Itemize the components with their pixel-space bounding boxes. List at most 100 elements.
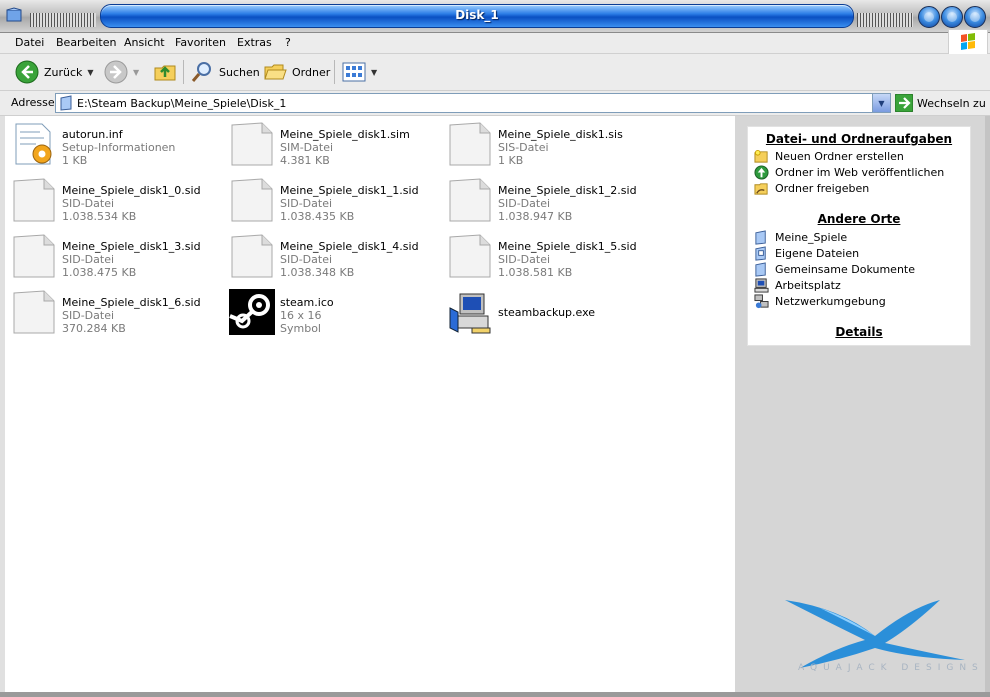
back-arrow-icon (15, 60, 39, 84)
back-button[interactable]: Zurück ▼ (15, 59, 94, 85)
file-type: SIS-Datei (498, 141, 549, 154)
folder-window-icon[interactable] (5, 6, 23, 24)
minimize-button[interactable] (918, 6, 940, 28)
file-name: Meine_Spiele_disk1.sis (498, 128, 623, 141)
generic-file-icon (231, 234, 273, 278)
file-item[interactable]: Meine_Spiele_disk1_5.sid SID-Datei 1.038… (446, 232, 661, 284)
file-item[interactable]: autorun.inf Setup-Informationen 1 KB (10, 120, 225, 172)
file-name: steambackup.exe (498, 306, 596, 319)
menu-datei[interactable]: Datei (15, 36, 44, 49)
forward-button[interactable]: ▼ (104, 59, 139, 85)
menu-help[interactable]: ? (285, 36, 291, 49)
file-item[interactable]: Meine_Spiele_disk1.sim SIM-Datei 4.381 K… (228, 120, 443, 172)
file-size: 1.038.475 KB (62, 266, 137, 279)
file-type: Setup-Informationen (62, 141, 176, 154)
folders-button[interactable]: Ordner (263, 59, 330, 85)
menu-extras[interactable]: Extras (237, 36, 272, 49)
task-new-folder[interactable]: Neuen Ordner erstellen (754, 149, 904, 164)
steam-icon (229, 289, 275, 335)
address-bar: Adresse E:\Steam Backup\Meine_Spiele\Dis… (0, 91, 990, 116)
menu-bar: Datei Bearbeiten Ansicht Favoriten Extra… (0, 33, 990, 54)
brand-text: AQUAJACK DESIGNS (798, 663, 984, 673)
close-button[interactable] (964, 6, 986, 28)
toolbar-separator (334, 60, 335, 84)
file-size: 1.038.435 KB (280, 210, 355, 223)
file-type: SID-Datei (62, 253, 115, 266)
place-label: Eigene Dateien (775, 247, 860, 260)
address-path: E:\Steam Backup\Meine_Spiele\Disk_1 (77, 97, 287, 110)
window-title: Disk_1 (455, 8, 499, 22)
tasks-title[interactable]: Datei- und Ordneraufgaben (748, 132, 970, 146)
file-item[interactable]: steambackup.exe (446, 288, 661, 340)
place-netzwerkumgebung[interactable]: Netzwerkumgebung (754, 294, 886, 309)
place-gemeinsame-dokumente[interactable]: Gemeinsame Dokumente (754, 262, 915, 277)
place-eigene-dateien[interactable]: Eigene Dateien (754, 246, 859, 261)
toolbar-separator (183, 60, 184, 84)
task-share-folder[interactable]: Ordner freigeben (754, 181, 869, 196)
file-item[interactable]: Meine_Spiele_disk1_4.sid SID-Datei 1.038… (228, 232, 443, 284)
file-list[interactable]: autorun.inf Setup-Informationen 1 KB Mei… (5, 116, 735, 692)
generic-file-icon (231, 122, 273, 166)
file-type: SID-Datei (62, 197, 115, 210)
folder-icon (755, 230, 766, 245)
menu-bearbeiten[interactable]: Bearbeiten (56, 36, 116, 49)
file-item[interactable]: Meine_Spiele_disk1_1.sid SID-Datei 1.038… (228, 176, 443, 228)
place-label: Netzwerkumgebung (775, 295, 886, 308)
file-item[interactable]: Meine_Spiele_disk1.sis SIS-Datei 1 KB (446, 120, 661, 172)
installer-exe-icon (449, 293, 491, 334)
place-arbeitsplatz[interactable]: Arbeitsplatz (754, 278, 841, 293)
my-documents-icon (755, 246, 766, 261)
windows-logo (948, 29, 988, 55)
windows-flag-icon (961, 33, 975, 50)
new-folder-icon (754, 149, 768, 163)
file-name: Meine_Spiele_disk1.sim (280, 128, 410, 141)
folder-icon (60, 95, 72, 111)
file-type: SID-Datei (62, 309, 115, 322)
file-size: 1.038.534 KB (62, 210, 137, 223)
views-dropdown-icon[interactable]: ▼ (371, 68, 377, 77)
places-title[interactable]: Andere Orte (748, 212, 970, 226)
menu-ansicht[interactable]: Ansicht (124, 36, 165, 49)
search-button[interactable]: Suchen (190, 59, 260, 85)
file-item[interactable]: Meine_Spiele_disk1_6.sid SID-Datei 370.2… (10, 288, 225, 340)
back-dropdown-icon[interactable]: ▼ (87, 68, 93, 77)
task-publish-web[interactable]: Ordner im Web veröffentlichen (754, 165, 944, 180)
file-type: SID-Datei (280, 197, 333, 210)
generic-file-icon (449, 178, 491, 222)
title-grip-right (857, 13, 913, 27)
up-folder-icon (154, 65, 176, 81)
forward-arrow-icon (104, 60, 128, 84)
views-button[interactable]: ▼ (342, 59, 377, 85)
file-item[interactable]: Meine_Spiele_disk1_0.sid SID-Datei 1.038… (10, 176, 225, 228)
place-meine-spiele[interactable]: Meine_Spiele (754, 230, 847, 245)
file-name: Meine_Spiele_disk1_3.sid (62, 240, 201, 253)
window-bottom-edge (0, 692, 990, 697)
file-size: 1.038.947 KB (498, 210, 573, 223)
file-name: Meine_Spiele_disk1_5.sid (498, 240, 637, 253)
file-item[interactable]: Meine_Spiele_disk1_2.sid SID-Datei 1.038… (446, 176, 661, 228)
network-icon (754, 294, 769, 309)
maximize-button[interactable] (941, 6, 963, 28)
go-arrow-icon (895, 94, 913, 112)
go-button[interactable]: Wechseln zu (895, 94, 986, 112)
file-size: Symbol (280, 322, 321, 335)
search-label: Suchen (219, 65, 260, 79)
forward-dropdown-icon[interactable]: ▼ (133, 68, 139, 77)
details-title[interactable]: Details (748, 325, 970, 339)
file-type: SID-Datei (498, 253, 551, 266)
up-folder-button[interactable] (153, 59, 177, 85)
file-name: Meine_Spiele_disk1_1.sid (280, 184, 419, 197)
file-item[interactable]: Meine_Spiele_disk1_3.sid SID-Datei 1.038… (10, 232, 225, 284)
address-dropdown-button[interactable]: ▼ (872, 94, 890, 112)
place-label: Meine_Spiele (775, 231, 848, 244)
title-pill: Disk_1 (100, 4, 854, 28)
window-right-edge (985, 116, 990, 692)
file-item[interactable]: steam.ico 16 x 16 Symbol (228, 288, 443, 340)
search-icon (191, 62, 211, 82)
title-bar[interactable]: Disk_1 (0, 0, 990, 33)
file-size: 370.284 KB (62, 322, 126, 335)
generic-file-icon (13, 290, 55, 334)
menu-favoriten[interactable]: Favoriten (175, 36, 226, 49)
go-label: Wechseln zu (917, 96, 986, 110)
address-input[interactable]: E:\Steam Backup\Meine_Spiele\Disk_1 ▼ (55, 93, 891, 113)
